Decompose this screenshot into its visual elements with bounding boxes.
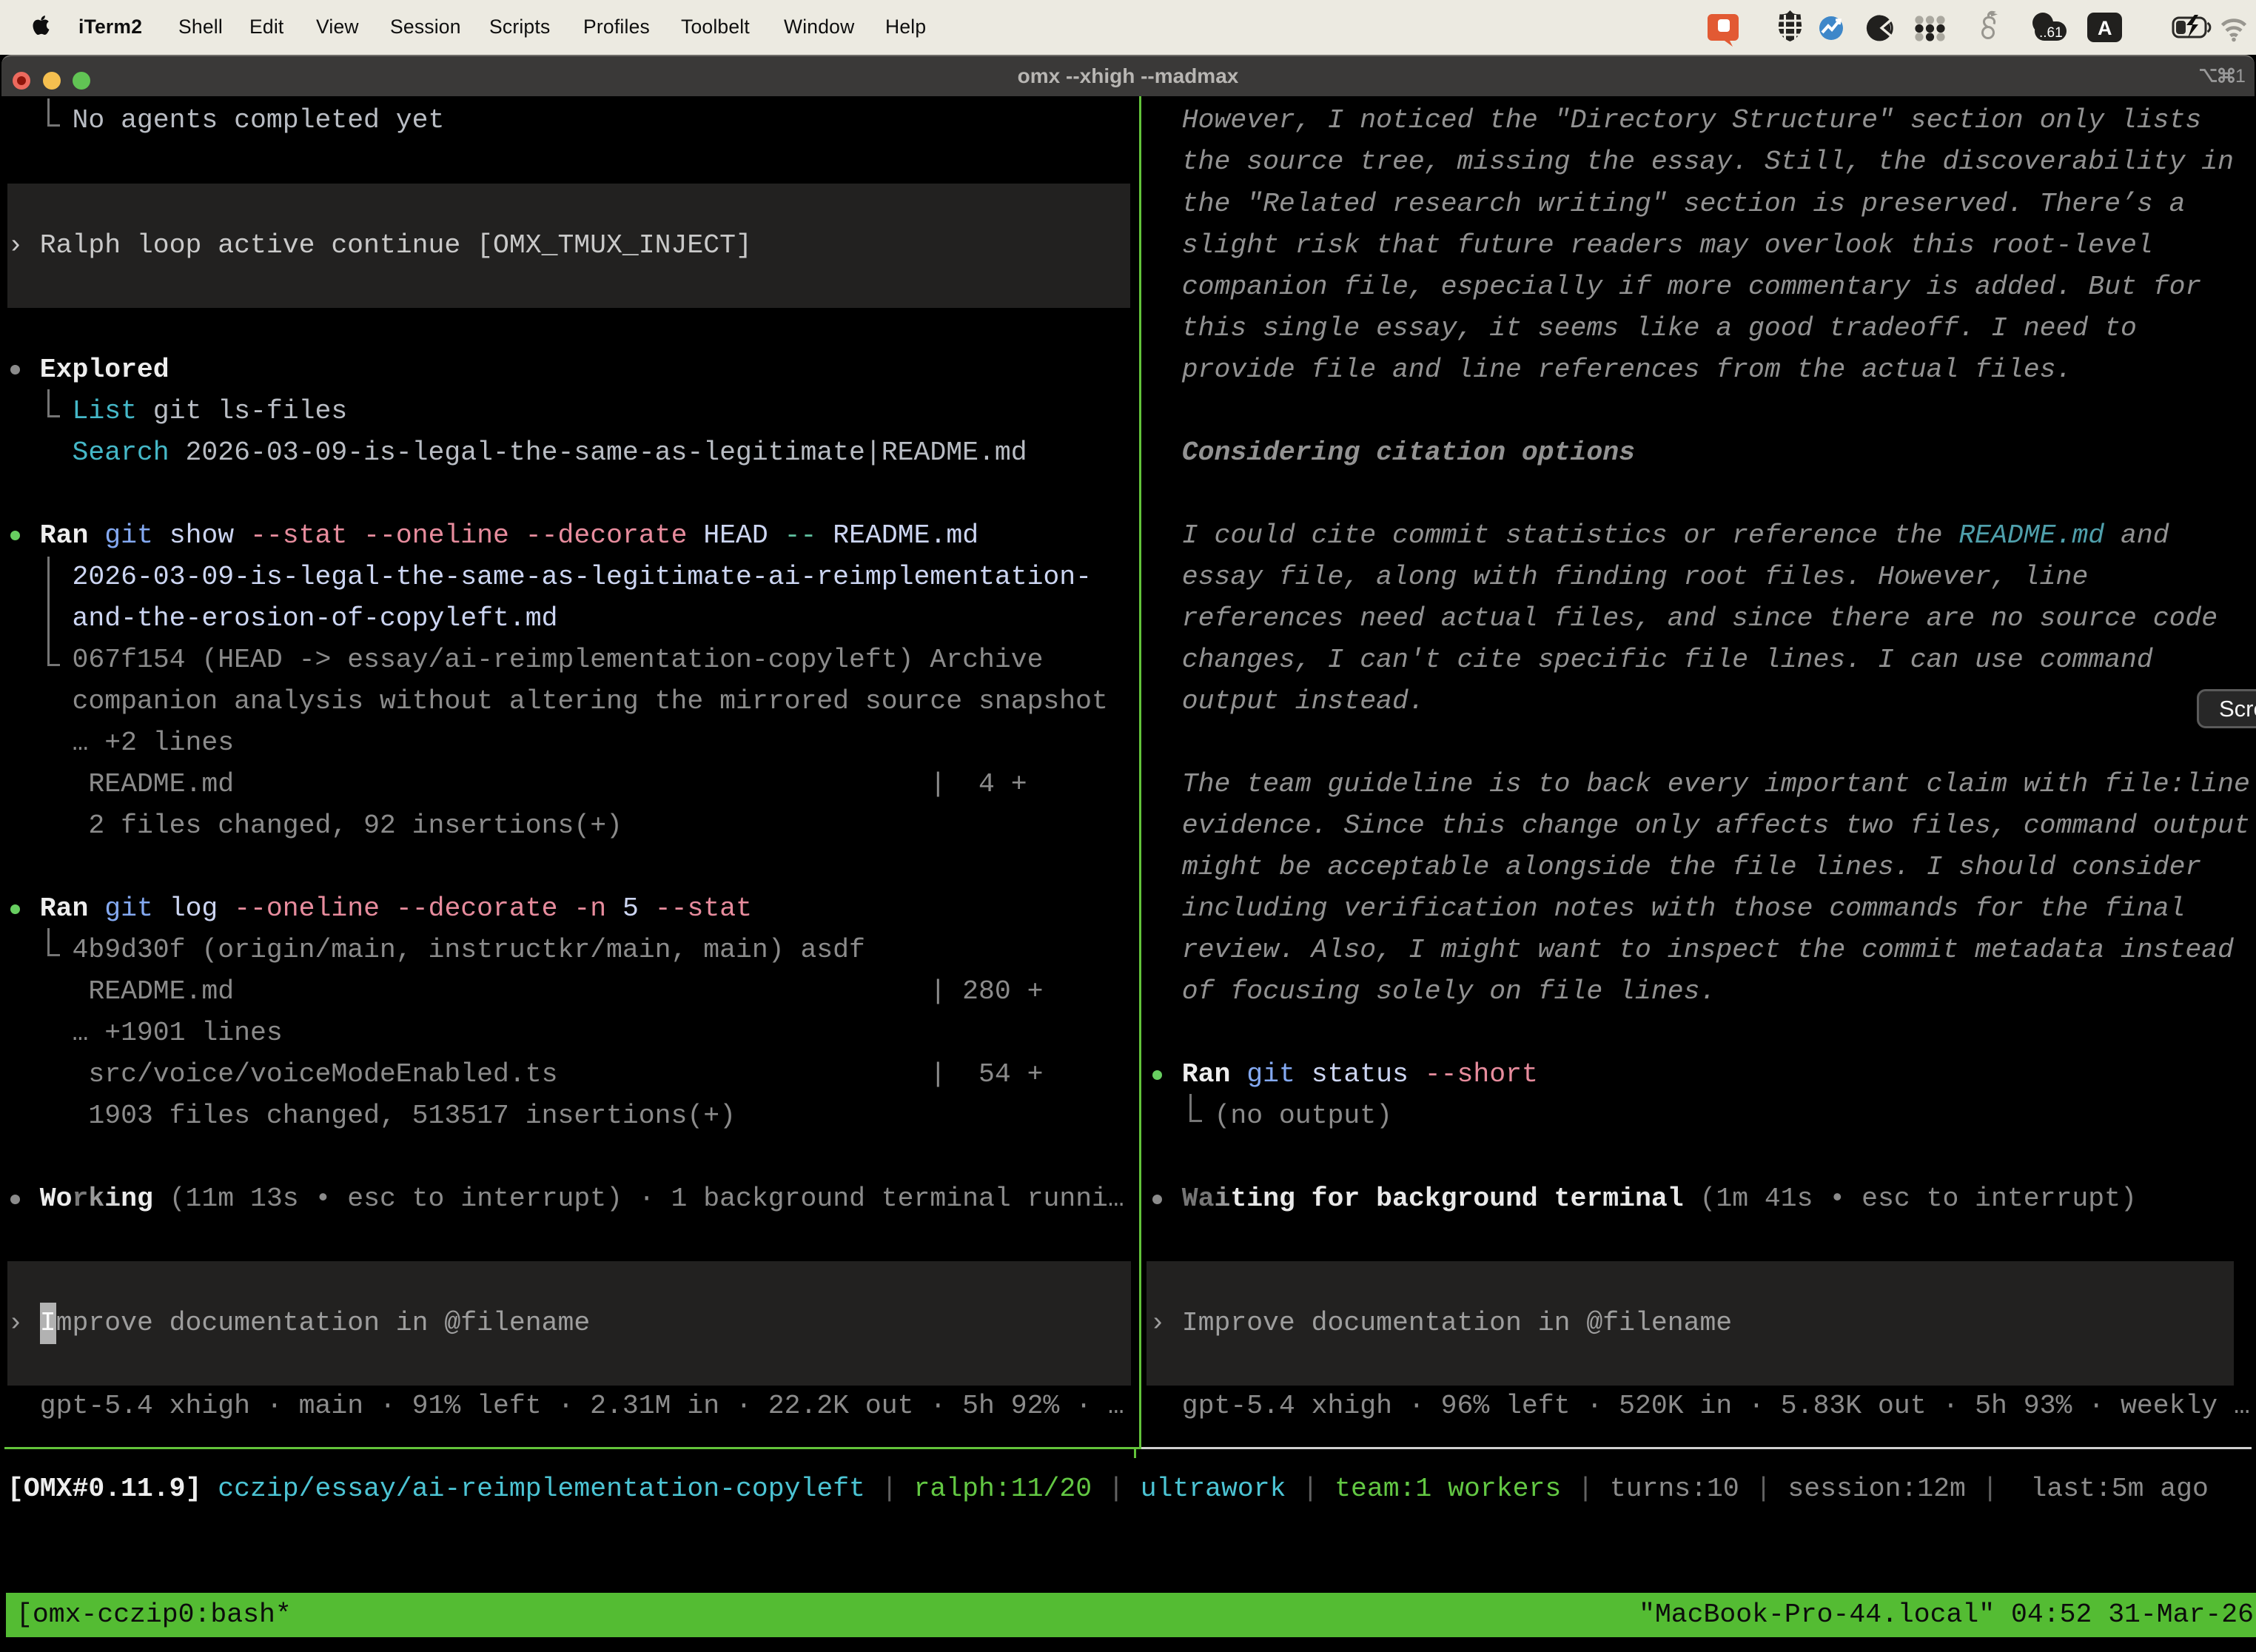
svg-text:1: 1 — [2235, 67, 2246, 86]
svg-text:..61: ..61 — [2039, 25, 2063, 41]
svg-text:A: A — [2098, 17, 2112, 39]
